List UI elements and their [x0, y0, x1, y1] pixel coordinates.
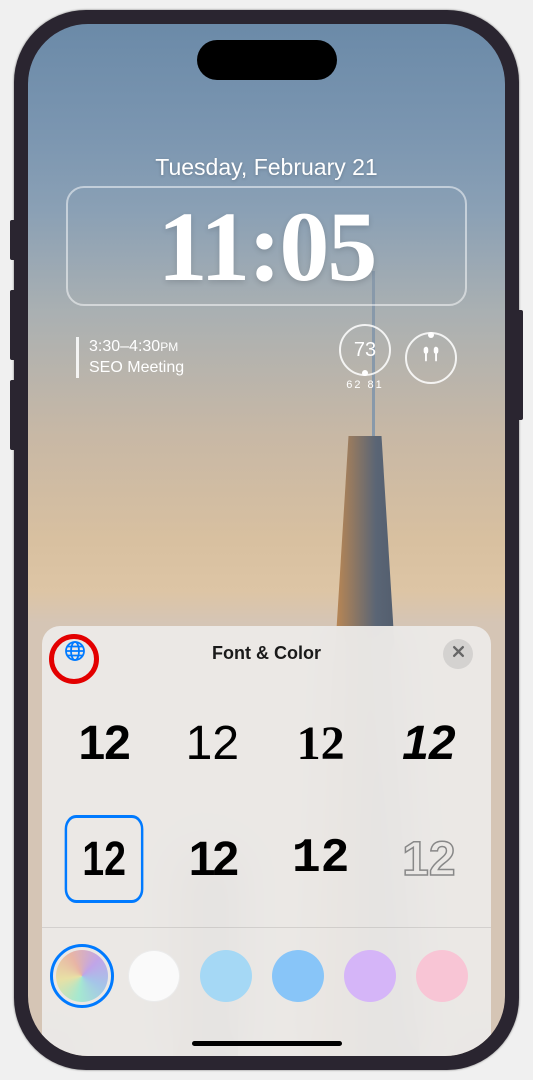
weather-widget[interactable]: 73 62 81 [339, 324, 391, 391]
color-swatch-pink[interactable] [416, 950, 468, 1002]
font-option-3[interactable]: 12 [273, 699, 369, 787]
font-options-grid: 12 12 12 12 12 12 12 12 [42, 681, 491, 927]
dynamic-island [197, 40, 337, 80]
font-option-1[interactable]: 12 [56, 699, 152, 787]
color-swatch-lavender[interactable] [344, 950, 396, 1002]
close-icon [452, 645, 465, 663]
font-option-8[interactable]: 12 [381, 815, 477, 903]
lockscreen-date[interactable]: Tuesday, February 21 [28, 154, 505, 181]
font-color-panel: Font & Color 12 12 12 12 12 12 12 [42, 626, 491, 1056]
close-button[interactable] [443, 639, 473, 669]
screen: Tuesday, February 21 11:05 3:30–4:30PM S… [28, 24, 505, 1056]
widget-row[interactable]: 3:30–4:30PM SEO Meeting 73 62 81 [76, 324, 457, 391]
font-option-7[interactable]: 12 [273, 815, 369, 903]
panel-header: Font & Color [42, 626, 491, 681]
volume-down-button [10, 380, 14, 450]
color-swatch-white[interactable] [128, 950, 180, 1002]
silent-switch [10, 220, 14, 260]
panel-title: Font & Color [42, 643, 491, 664]
lockscreen-time-container[interactable]: 11:05 [66, 186, 467, 306]
airpods-widget[interactable] [405, 332, 457, 384]
iphone-frame: Tuesday, February 21 11:05 3:30–4:30PM S… [14, 10, 519, 1070]
font-option-5[interactable]: 12 [65, 815, 144, 903]
calendar-event-title: SEO Meeting [89, 358, 325, 379]
calendar-time-range: 3:30–4:30PM [89, 337, 325, 358]
color-swatch-sky-blue[interactable] [272, 950, 324, 1002]
weather-low-high: 62 81 [346, 379, 384, 391]
color-swatch-row [42, 927, 491, 1024]
color-swatch-multicolor[interactable] [56, 950, 108, 1002]
calendar-widget[interactable]: 3:30–4:30PM SEO Meeting [76, 337, 325, 379]
airpods-icon [420, 344, 442, 372]
side-button [519, 310, 523, 420]
home-indicator[interactable] [192, 1041, 342, 1046]
font-option-4[interactable]: 12 [381, 699, 477, 787]
color-swatch-light-blue[interactable] [200, 950, 252, 1002]
volume-up-button [10, 290, 14, 360]
lockscreen-time: 11:05 [158, 189, 376, 304]
font-option-6[interactable]: 12 [164, 815, 260, 903]
font-option-2[interactable]: 12 [164, 699, 260, 787]
weather-temp: 73 [339, 324, 391, 376]
